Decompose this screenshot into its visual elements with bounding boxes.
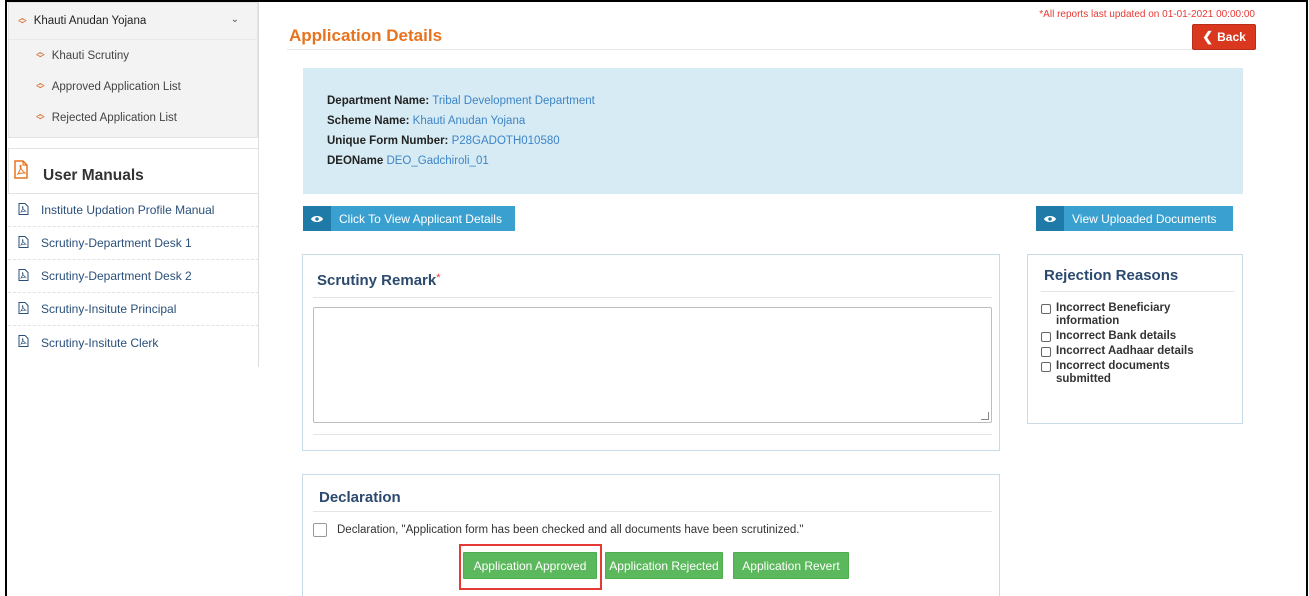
diamond-icon: <>	[18, 15, 27, 27]
application-revert-button[interactable]: Application Revert	[733, 552, 849, 579]
sidebar-item-label: Approved Application List	[51, 80, 181, 93]
page-title: Application Details	[289, 26, 443, 45]
manual-link-institute-clerk[interactable]: Scrutiny-Insitute Clerk	[8, 326, 259, 359]
manual-label: Scrutiny-Insitute Principal	[41, 302, 177, 316]
manual-label: Scrutiny-Insitute Clerk	[41, 335, 159, 350]
panel-divider	[1041, 291, 1234, 292]
manual-link-institute-principal[interactable]: Scrutiny-Insitute Principal	[8, 293, 259, 326]
reason-label: Incorrect documents submitted	[1056, 360, 1170, 385]
rejection-reason-bank[interactable]: Incorrect Bank details	[1041, 330, 1242, 343]
scheme-label: Scheme Name:	[327, 115, 410, 127]
department-value: Tribal Development Department	[432, 95, 595, 107]
declaration-title: Declaration	[319, 489, 401, 506]
manual-label: Institute Updation Profile Manual	[41, 203, 215, 217]
sidebar-item-khauti-anudan-yojana[interactable]: <> Khauti Anudan Yojana ⌄	[9, 3, 257, 40]
eye-icon	[303, 206, 331, 231]
checkbox[interactable]	[1041, 347, 1051, 357]
pdf-icon	[18, 202, 29, 218]
sidebar-item-rejected-application-list[interactable]: <> Rejected Application List	[9, 102, 257, 133]
pdf-icon	[18, 335, 29, 350]
sidebar-item-label: Rejected Application List	[51, 111, 177, 124]
eye-icon	[1036, 206, 1064, 231]
rejection-reason-aadhaar[interactable]: Incorrect Aadhaar details	[1041, 345, 1242, 358]
scrutiny-remark-heading: Scrutiny Remark*	[317, 272, 441, 289]
sidebar-menu-group: <> Khauti Anudan Yojana ⌄ <> Khauti Scru…	[8, 2, 258, 138]
manual-link-department-desk-2[interactable]: Scrutiny-Department Desk 2	[8, 260, 259, 293]
title-divider	[287, 49, 1255, 50]
chevron-left-icon: ❮	[1202, 29, 1214, 44]
scrutiny-remark-title: Scrutiny Remark	[317, 272, 437, 289]
rejection-reasons-title: Rejection Reasons	[1044, 267, 1179, 284]
manual-link-department-desk-1[interactable]: Scrutiny-Department Desk 1	[8, 227, 259, 260]
manual-list: Institute Updation Profile Manual Scruti…	[8, 194, 259, 359]
pdf-icon	[18, 301, 29, 317]
back-button-label: Back	[1217, 30, 1246, 44]
rejection-reason-documents[interactable]: Incorrect documents submitted	[1041, 360, 1242, 386]
required-marker: *	[436, 272, 441, 284]
last-updated-notice: *All reports last updated on 01-01-2021 …	[1039, 9, 1255, 20]
revert-label: Application Revert	[742, 558, 840, 573]
declaration-text: Declaration, "Application form has been …	[337, 524, 804, 536]
checkbox[interactable]	[1041, 332, 1051, 342]
pdf-icon	[18, 268, 29, 284]
declaration-row[interactable]: Declaration, "Application form has been …	[313, 523, 804, 537]
scrutiny-remark-textarea[interactable]	[313, 307, 992, 423]
back-button[interactable]: ❮ Back	[1192, 24, 1256, 50]
reject-label: Application Rejected	[609, 558, 719, 573]
user-manuals-title: User Manuals	[43, 167, 144, 184]
approved-button-highlight	[459, 544, 602, 590]
manual-label: Scrutiny-Department Desk 1	[41, 236, 192, 250]
form-number-value: P28GADOTH010580	[451, 135, 560, 147]
application-rejected-button[interactable]: Application Rejected	[605, 552, 723, 579]
pdf-icon	[18, 235, 29, 251]
reason-label: Incorrect Aadhaar details	[1056, 345, 1194, 357]
sidebar-item-khauti-scrutiny[interactable]: <> Khauti Scrutiny	[9, 40, 257, 71]
sidebar: <> Khauti Anudan Yojana ⌄ <> Khauti Scru…	[8, 2, 259, 367]
view-uploaded-documents-button[interactable]: View Uploaded Documents	[1036, 206, 1233, 231]
application-info-box: Department Name: Tribal Development Depa…	[303, 68, 1243, 194]
scheme-value: Khauti Anudan Yojana	[412, 115, 526, 127]
rejection-reason-beneficiary[interactable]: Incorrect Beneficiary information	[1041, 302, 1242, 328]
deo-row: DEOName DEO_Gadchiroli_01	[327, 151, 1243, 171]
panel-divider	[313, 511, 992, 512]
deo-label: DEOName	[327, 155, 384, 167]
checkbox[interactable]	[1041, 304, 1051, 314]
resize-handle[interactable]	[981, 412, 989, 420]
checkbox[interactable]	[1041, 362, 1051, 372]
reason-label: Incorrect Bank details	[1056, 330, 1177, 342]
department-label: Department Name:	[327, 95, 430, 107]
diamond-icon: <>	[36, 81, 45, 92]
user-manuals-heading: User Manuals	[8, 148, 259, 194]
diamond-icon: <>	[36, 50, 45, 61]
rejection-reasons-panel: Rejection Reasons Incorrect Beneficiary …	[1027, 254, 1243, 424]
view-applicant-label: Click To View Applicant Details	[339, 211, 502, 226]
reason-label: Incorrect Beneficiary information	[1056, 302, 1171, 327]
form-number-label: Unique Form Number:	[327, 135, 449, 147]
diamond-icon: <>	[36, 112, 45, 123]
manual-label: Scrutiny-Department Desk 2	[41, 269, 192, 283]
deo-value: DEO_Gadchiroli_01	[386, 155, 489, 167]
manual-link-institute-updation[interactable]: Institute Updation Profile Manual	[8, 194, 259, 227]
department-row: Department Name: Tribal Development Depa…	[327, 91, 1243, 111]
panel-divider	[313, 434, 992, 435]
sidebar-item-label: Khauti Scrutiny	[51, 49, 130, 62]
chevron-down-icon[interactable]: ⌄	[231, 14, 239, 25]
scrutiny-remark-panel: Scrutiny Remark*	[302, 254, 1000, 451]
sidebar-item-label: Khauti Anudan Yojana	[33, 15, 147, 27]
scheme-row: Scheme Name: Khauti Anudan Yojana	[327, 111, 1243, 131]
view-documents-label: View Uploaded Documents	[1072, 211, 1217, 226]
panel-divider	[313, 297, 992, 298]
view-applicant-details-button[interactable]: Click To View Applicant Details	[303, 206, 515, 231]
form-number-row: Unique Form Number: P28GADOTH010580	[327, 131, 1243, 151]
sidebar-item-approved-application-list[interactable]: <> Approved Application List	[9, 71, 257, 102]
pdf-icon	[13, 160, 29, 182]
declaration-checkbox[interactable]	[313, 523, 327, 537]
